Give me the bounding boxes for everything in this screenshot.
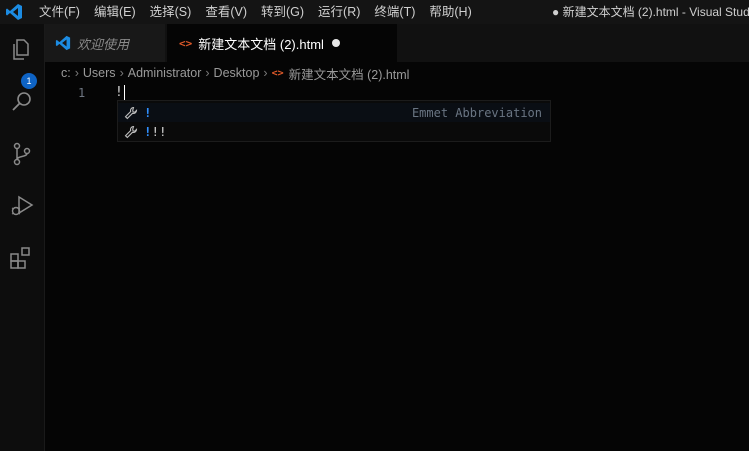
wrench-icon (124, 106, 138, 119)
tab-html-file-label: 新建文本文档 (2).html (198, 36, 324, 52)
suggestion-label: !!! (144, 124, 167, 139)
explorer-badge: 1 (21, 73, 37, 89)
breadcrumb: c: › Users › Administrator › Desktop › <… (61, 63, 409, 83)
run-debug-icon[interactable] (8, 192, 36, 220)
html-file-icon: <> (271, 67, 284, 79)
search-icon[interactable] (8, 88, 36, 116)
menu-bar: 文件(F) 编辑(E) 选择(S) 查看(V) 转到(G) 运行(R) 终端(T… (32, 0, 479, 24)
menu-selection[interactable]: 选择(S) (143, 0, 199, 24)
suggestion-rest: !! (151, 124, 167, 139)
suggestion-label: ! (144, 105, 152, 120)
chevron-right-icon: › (205, 66, 210, 80)
line-number: 1 (78, 86, 86, 100)
suggestion-match: ! (144, 124, 152, 139)
explorer-icon[interactable] (8, 36, 36, 64)
menu-view[interactable]: 查看(V) (198, 0, 254, 24)
breadcrumb-users[interactable]: Users (83, 66, 116, 80)
html-file-icon: <> (179, 36, 193, 50)
menu-edit[interactable]: 编辑(E) (87, 0, 143, 24)
breadcrumb-file[interactable]: 新建文本文档 (2).html (289, 64, 410, 83)
breadcrumb-desktop[interactable]: Desktop (214, 66, 260, 80)
menu-go[interactable]: 转到(G) (254, 0, 311, 24)
breadcrumb-drive[interactable]: c: (61, 66, 71, 80)
breadcrumb-administrator[interactable]: Administrator (128, 66, 202, 80)
chevron-right-icon: › (74, 66, 79, 80)
title-bar: 文件(F) 编辑(E) 选择(S) 查看(V) 转到(G) 运行(R) 终端(T… (0, 0, 749, 24)
suggestion-match: ! (144, 105, 152, 120)
chevron-right-icon: › (263, 66, 268, 80)
vscode-logo-icon (6, 4, 22, 20)
tab-welcome-label: 欢迎使用 (77, 36, 130, 52)
activity-bar: 1 (0, 24, 45, 451)
suggestion-item[interactable]: !!! (118, 122, 550, 141)
menu-file[interactable]: 文件(F) (32, 0, 87, 24)
suggestion-item[interactable]: ! Emmet Abbreviation (118, 103, 550, 122)
suggestion-detail: Emmet Abbreviation (411, 105, 542, 120)
text-cursor (123, 85, 125, 100)
window-title: ● 新建文本文档 (2).html - Visual Studio Code (552, 5, 749, 19)
tab-bar: 欢迎使用 <> 新建文本文档 (2).html (45, 24, 749, 62)
menu-terminal[interactable]: 终端(T) (367, 0, 422, 24)
chevron-right-icon: › (119, 66, 124, 80)
unsaved-dot-icon[interactable] (331, 39, 340, 47)
vscode-logo-icon (55, 35, 71, 51)
wrench-icon (124, 125, 138, 138)
tab-html-file[interactable]: <> 新建文本文档 (2).html (167, 24, 397, 62)
suggest-widget: ! Emmet Abbreviation !!! (117, 100, 551, 142)
menu-run[interactable]: 运行(R) (311, 0, 367, 24)
tab-welcome[interactable]: 欢迎使用 (45, 24, 165, 62)
extensions-icon[interactable] (8, 244, 36, 272)
menu-help[interactable]: 帮助(H) (422, 0, 478, 24)
source-control-icon[interactable] (8, 140, 36, 168)
code-text: ! (115, 85, 123, 100)
